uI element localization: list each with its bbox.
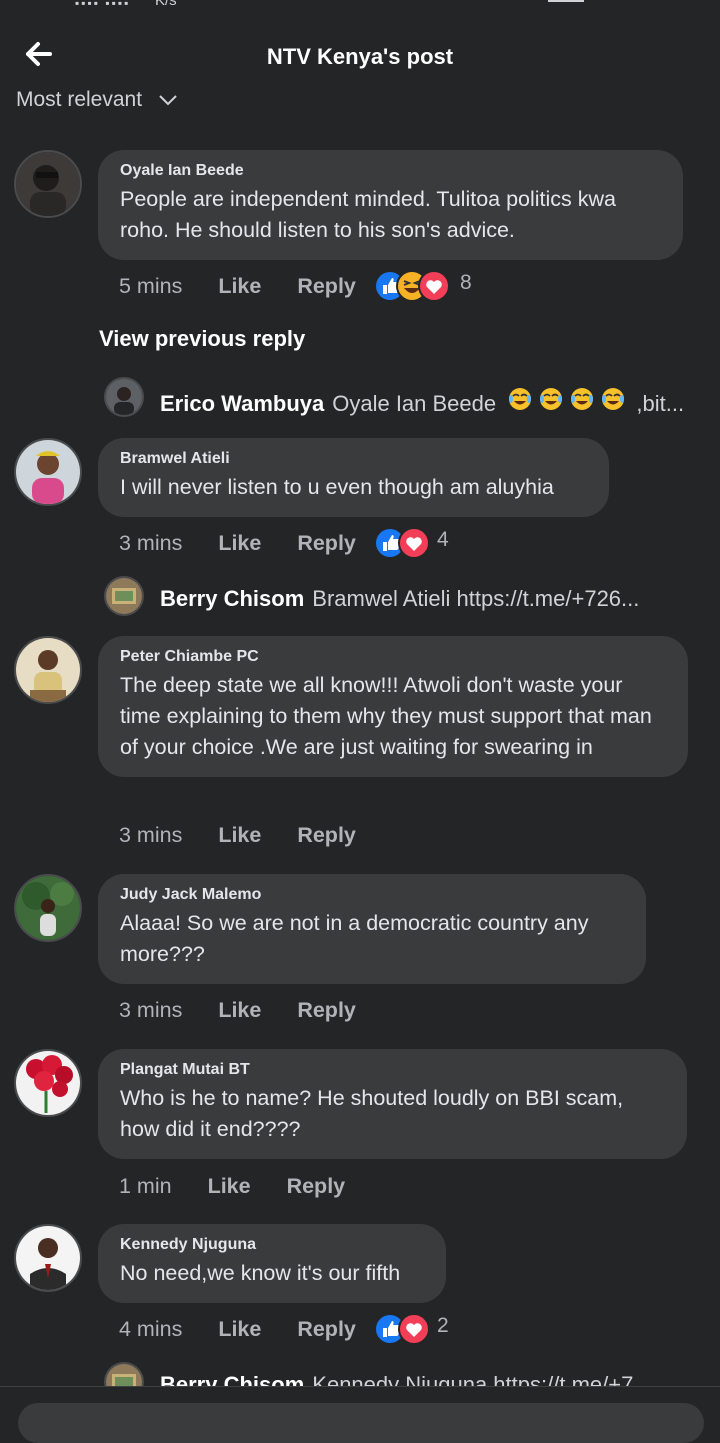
reply-text: Oyale Ian Beede (332, 391, 497, 416)
comment-author[interactable]: Oyale Ian Beede (120, 162, 661, 180)
network-speed: K/s (155, 0, 177, 9)
reply-text: Bramwel Atieli https://t.me/+726... (312, 586, 640, 611)
love-reaction-icon (418, 270, 450, 302)
reply-button[interactable]: Reply (297, 823, 356, 848)
love-reaction-icon (398, 1313, 430, 1345)
comment-bubble[interactable]: Oyale Ian Beede People are independent m… (98, 150, 683, 260)
tears-of-joy-emoji-icon (508, 388, 636, 416)
comment-text: No need,we know it's our fifth (120, 1261, 401, 1285)
comment-bubble[interactable]: Judy Jack Malemo Alaaa! So we are not in… (98, 874, 646, 984)
reactions-summary[interactable]: 8 (373, 269, 483, 303)
comment-actions: 1 min Like Reply (119, 1173, 345, 1203)
avatar[interactable] (14, 636, 82, 704)
reactions-summary[interactable]: 4 (373, 526, 463, 560)
comment-text: Who is he to name? He shouted loudly on … (120, 1086, 624, 1141)
like-button[interactable]: Like (218, 531, 261, 556)
sort-dropdown[interactable]: Most relevant (16, 88, 178, 112)
avatar[interactable] (14, 1224, 82, 1292)
comment-text: The deep state we all know!!! Atwoli don… (120, 673, 652, 759)
comment-bubble[interactable]: Peter Chiambe PC The deep state we all k… (98, 636, 688, 777)
signal-indicator: ▪▪▪▪ ▪▪▪▪ (75, 0, 131, 10)
comment-bubble[interactable]: Kennedy Njuguna No need,we know it's our… (98, 1224, 446, 1303)
avatar[interactable] (14, 150, 82, 218)
status-indicator (548, 0, 584, 2)
comment-author[interactable]: Peter Chiambe PC (120, 648, 666, 666)
avatar[interactable] (104, 377, 144, 417)
reply-button[interactable]: Reply (297, 998, 356, 1023)
comment-actions: 3 mins Like Reply (119, 822, 356, 852)
reply-button[interactable]: Reply (297, 274, 356, 299)
like-button[interactable]: Like (218, 1317, 261, 1342)
comment-time: 3 mins (119, 530, 183, 555)
comment-bubble[interactable]: Plangat Mutai BT Who is he to name? He s… (98, 1049, 687, 1159)
like-button[interactable]: Like (218, 274, 261, 299)
comment-actions: 4 mins Like Reply (119, 1316, 356, 1346)
chevron-down-icon (159, 95, 177, 106)
reply-author: Berry Chisom (160, 586, 305, 611)
comment-input[interactable] (18, 1403, 704, 1443)
comment-time: 1 min (119, 1173, 172, 1198)
comment-time: 4 mins (119, 1316, 183, 1341)
like-button[interactable]: Like (208, 1174, 251, 1199)
avatar[interactable] (14, 438, 82, 506)
comment-time: 5 mins (119, 273, 183, 298)
comment-time: 3 mins (119, 997, 183, 1022)
reply-text-suffix: ,bit... (636, 391, 685, 416)
reply-button[interactable]: Reply (297, 1317, 356, 1342)
avatar[interactable] (14, 874, 82, 942)
like-button[interactable]: Like (218, 823, 261, 848)
reaction-count: 8 (460, 271, 472, 294)
comment-author[interactable]: Plangat Mutai BT (120, 1061, 665, 1079)
reply-preview[interactable]: Erico Wambuya Oyale Ian Beede ,bit... (160, 387, 685, 417)
view-previous-reply-link[interactable]: View previous reply (99, 326, 305, 352)
comment-text: People are independent minded. Tulitoa p… (120, 187, 617, 242)
comment-author[interactable]: Bramwel Atieli (120, 450, 587, 468)
comment-bubble[interactable]: Bramwel Atieli I will never listen to u … (98, 438, 609, 517)
reply-preview[interactable]: Berry Chisom Bramwel Atieli https://t.me/… (160, 586, 685, 612)
reply-button[interactable]: Reply (287, 1174, 346, 1199)
avatar[interactable] (104, 576, 144, 616)
comment-text: Alaaa! So we are not in a democratic cou… (120, 911, 589, 966)
status-bar: ▪▪▪▪ ▪▪▪▪ K/s (0, 0, 720, 14)
reply-button[interactable]: Reply (297, 531, 356, 556)
comment-actions: 5 mins Like Reply (119, 273, 356, 303)
like-button[interactable]: Like (218, 998, 261, 1023)
comment-composer-bar (0, 1386, 720, 1443)
avatar[interactable] (14, 1049, 82, 1117)
comment-actions: 3 mins Like Reply (119, 530, 356, 560)
sort-label: Most relevant (16, 88, 143, 111)
reaction-count: 4 (437, 528, 449, 551)
page-title: NTV Kenya's post (266, 44, 454, 69)
reactions-summary[interactable]: 2 (373, 1312, 463, 1346)
comment-time: 3 mins (119, 822, 183, 847)
comment-text: I will never listen to u even though am … (120, 475, 554, 499)
comment-author[interactable]: Judy Jack Malemo (120, 886, 624, 904)
reaction-count: 2 (437, 1314, 449, 1337)
comment-author[interactable]: Kennedy Njuguna (120, 1236, 424, 1254)
love-reaction-icon (398, 527, 430, 559)
comment-actions: 3 mins Like Reply (119, 997, 356, 1027)
reply-author: Erico Wambuya (160, 391, 325, 416)
